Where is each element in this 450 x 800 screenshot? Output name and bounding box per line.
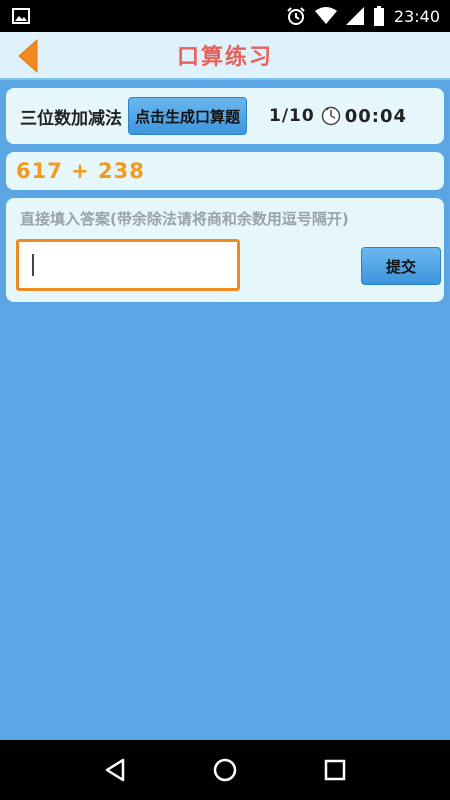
back-triangle-icon bbox=[105, 758, 125, 782]
answer-card: 直接填入答案(带余除法请将商和余数用逗号隔开) 提交 bbox=[6, 198, 444, 302]
stopwatch-icon bbox=[321, 106, 341, 126]
alarm-icon bbox=[286, 6, 306, 26]
recents-square-icon bbox=[324, 759, 346, 781]
battery-icon bbox=[373, 6, 385, 26]
question-text: 617 + 238 bbox=[16, 159, 145, 183]
navigation-bar bbox=[0, 740, 450, 800]
status-time: 23:40 bbox=[393, 6, 440, 26]
app-header: 口算练习 bbox=[0, 32, 450, 80]
nav-recents-button[interactable] bbox=[315, 750, 355, 790]
question-card: 617 + 238 bbox=[6, 152, 444, 190]
submit-button[interactable]: 提交 bbox=[361, 247, 441, 285]
text-cursor bbox=[32, 254, 34, 276]
mode-label: 三位数加减法 bbox=[20, 108, 122, 129]
nav-back-button[interactable] bbox=[95, 750, 135, 790]
progress-counter: 1/10 bbox=[269, 106, 315, 126]
home-circle-icon bbox=[213, 758, 237, 782]
answer-row: 提交 bbox=[16, 239, 441, 291]
status-bar: 23:40 bbox=[0, 0, 450, 32]
answer-hint: 直接填入答案(带余除法请将商和余数用逗号隔开) bbox=[20, 210, 349, 228]
page-title: 口算练习 bbox=[176, 45, 273, 70]
answer-input[interactable] bbox=[16, 239, 240, 291]
signal-icon bbox=[345, 7, 364, 25]
back-button[interactable] bbox=[12, 38, 44, 74]
back-arrow-icon bbox=[18, 39, 38, 73]
nav-home-button[interactable] bbox=[205, 750, 245, 790]
image-icon bbox=[12, 8, 30, 24]
toolbar-card: 三位数加减法 点击生成口算题 1/10 00:04 bbox=[6, 88, 444, 144]
generate-question-button[interactable]: 点击生成口算题 bbox=[128, 97, 248, 135]
wifi-icon bbox=[314, 7, 337, 25]
timer-display: 00:04 bbox=[344, 105, 408, 127]
